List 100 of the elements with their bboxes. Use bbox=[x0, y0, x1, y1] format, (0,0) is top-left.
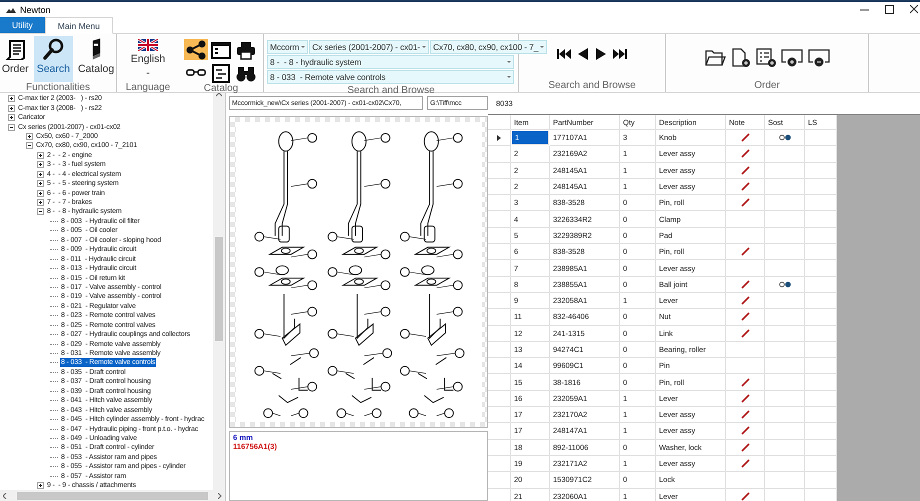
pencil-icon[interactable] bbox=[740, 182, 750, 192]
scroll-left-icon[interactable] bbox=[3, 492, 7, 498]
folder-icon[interactable] bbox=[704, 48, 726, 67]
flag-icon[interactable] bbox=[138, 39, 158, 51]
expand-icon[interactable] bbox=[37, 180, 44, 188]
pencil-icon[interactable] bbox=[740, 378, 750, 387]
pencil-icon[interactable] bbox=[740, 459, 750, 468]
window-button[interactable] bbox=[209, 39, 233, 60]
language-sublabel: - bbox=[146, 67, 150, 79]
scroll-right-icon[interactable] bbox=[218, 492, 222, 498]
dropdown[interactable]: 8 - 033 - Remote valve controls bbox=[267, 70, 514, 84]
ribbon-button[interactable]: Catalog bbox=[74, 36, 118, 82]
close-icon[interactable] bbox=[910, 5, 918, 14]
table-cell bbox=[805, 309, 837, 326]
collapse-icon[interactable] bbox=[8, 124, 15, 131]
tray-remove-icon[interactable] bbox=[808, 48, 830, 67]
expand-icon[interactable] bbox=[37, 190, 44, 197]
caret-icon bbox=[507, 76, 511, 78]
group-label: Search and Browse bbox=[347, 85, 435, 97]
scroll-up-icon[interactable] bbox=[216, 93, 222, 97]
pencil-icon[interactable] bbox=[740, 394, 750, 403]
dropdown[interactable]: Cx70, cx80, cx90, cx100 - 7_ bbox=[430, 40, 548, 54]
table-cell bbox=[805, 228, 837, 244]
pencil-icon[interactable] bbox=[740, 328, 750, 338]
table-cell bbox=[765, 211, 805, 228]
next-icon[interactable] bbox=[595, 48, 607, 60]
group-label: Catalog bbox=[204, 83, 238, 95]
language-value[interactable]: English bbox=[130, 53, 166, 65]
table-cell bbox=[805, 358, 837, 374]
collapse-icon[interactable] bbox=[26, 142, 33, 150]
table-cell bbox=[805, 211, 837, 228]
ribbon-button[interactable]: Search bbox=[34, 36, 73, 82]
pencil-icon[interactable] bbox=[740, 442, 750, 452]
pencil-icon[interactable] bbox=[740, 492, 750, 501]
group-label: Search and Browse bbox=[548, 80, 636, 92]
printer-icon bbox=[235, 40, 257, 60]
new-document-icon[interactable] bbox=[730, 48, 750, 67]
expand-icon[interactable] bbox=[37, 482, 44, 490]
ribbon-tab[interactable]: Utility bbox=[0, 17, 45, 33]
vertical-scrollbar[interactable] bbox=[213, 93, 225, 490]
document-list-button[interactable] bbox=[209, 62, 233, 83]
table-cell bbox=[805, 472, 837, 489]
table-cell bbox=[805, 162, 837, 179]
pencil-icon[interactable] bbox=[740, 280, 750, 289]
substitution-icon[interactable] bbox=[778, 280, 790, 288]
table-cell bbox=[805, 244, 837, 260]
group-label: Order bbox=[754, 80, 780, 92]
table-cell bbox=[805, 178, 837, 196]
document-list-icon bbox=[210, 62, 232, 82]
pencil-icon[interactable] bbox=[740, 166, 750, 175]
skip-first-icon[interactable] bbox=[557, 48, 571, 60]
ribbon-tab[interactable]: Main Menu bbox=[44, 17, 113, 34]
table-cell bbox=[805, 326, 837, 342]
search-icon bbox=[42, 38, 64, 60]
skip-last-icon[interactable] bbox=[613, 48, 627, 60]
expand-icon[interactable] bbox=[8, 114, 15, 122]
scrollbar-thumb[interactable] bbox=[215, 237, 223, 341]
pencil-icon[interactable] bbox=[740, 312, 750, 322]
expand-icon[interactable] bbox=[26, 132, 33, 140]
hierarchy-button[interactable] bbox=[184, 39, 208, 60]
window-icon bbox=[210, 40, 232, 60]
pencil-icon[interactable] bbox=[740, 149, 750, 158]
pencil-icon[interactable] bbox=[740, 426, 750, 436]
row-header[interactable] bbox=[488, 130, 511, 146]
pencil-icon[interactable] bbox=[740, 296, 750, 306]
dropdown[interactable]: 8 - - 8 - hydraulic system bbox=[267, 55, 514, 69]
maximize-icon[interactable] bbox=[885, 5, 894, 14]
pencil-icon[interactable] bbox=[740, 198, 750, 208]
expand-icon[interactable] bbox=[8, 104, 15, 112]
table-cell bbox=[805, 456, 837, 472]
caret-icon bbox=[422, 46, 426, 48]
pencil-icon[interactable] bbox=[740, 133, 750, 142]
expand-icon[interactable] bbox=[37, 170, 44, 178]
tray-add-icon[interactable] bbox=[780, 48, 802, 67]
table-cell bbox=[765, 228, 805, 244]
dropdown[interactable]: Mccorm bbox=[267, 40, 308, 54]
previous-icon[interactable] bbox=[577, 48, 589, 60]
collapse-icon[interactable] bbox=[37, 208, 44, 216]
table-cell bbox=[805, 146, 837, 163]
caret-icon bbox=[540, 46, 544, 48]
caret-icon bbox=[301, 46, 306, 48]
caret-icon bbox=[507, 61, 511, 63]
expand-icon[interactable] bbox=[37, 199, 44, 206]
list-add-icon[interactable] bbox=[756, 48, 776, 67]
pencil-icon[interactable] bbox=[740, 247, 750, 256]
group-label: Language bbox=[126, 82, 170, 94]
expand-icon[interactable] bbox=[37, 161, 44, 168]
table-cell bbox=[805, 407, 837, 424]
table-cell bbox=[805, 374, 837, 391]
table-cell bbox=[765, 342, 805, 358]
expand-icon[interactable] bbox=[37, 152, 44, 159]
expand-icon[interactable] bbox=[8, 95, 15, 102]
scrollbar-thumb[interactable] bbox=[17, 492, 208, 500]
dropdown[interactable]: Cx series (2001-2007) - cx01- bbox=[309, 40, 430, 54]
printer-button[interactable] bbox=[234, 39, 258, 60]
horizontal-scrollbar[interactable] bbox=[0, 490, 225, 501]
ribbon-button[interactable]: Order bbox=[0, 36, 32, 82]
substitution-icon[interactable] bbox=[778, 134, 790, 142]
table-cell bbox=[805, 260, 837, 277]
pencil-icon[interactable] bbox=[740, 410, 750, 420]
